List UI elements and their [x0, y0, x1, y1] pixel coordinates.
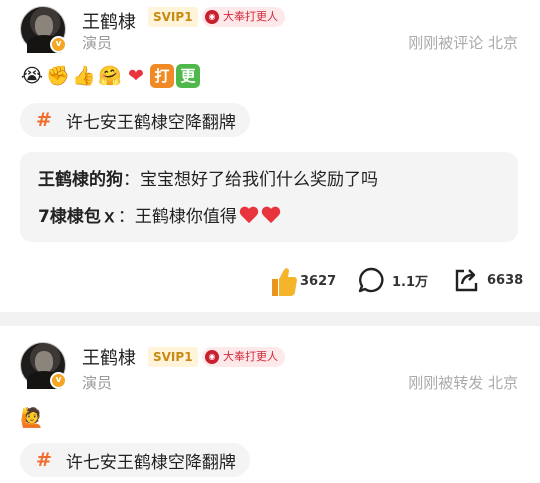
action-bar: 3627 1.1万 6638 — [0, 264, 540, 300]
da-sticker-icon: 打 — [150, 64, 174, 88]
fan-badge[interactable]: ◉ 大奉打更人 — [202, 7, 285, 27]
red-heart-icon: ❤ — [128, 65, 144, 87]
fan-badge-icon: ◉ — [205, 10, 219, 24]
person-raising-hand-icon: 🙋 — [20, 407, 44, 429]
post-divider — [0, 312, 540, 326]
comment-separator: ： — [123, 170, 140, 190]
comment-author[interactable]: 王鹤棣的狗 — [38, 165, 123, 190]
verified-icon: v — [50, 36, 67, 53]
svip-badge[interactable]: SVIP1 — [148, 347, 198, 367]
comment-text: 王鹤棣你值得 — [134, 207, 237, 227]
comment-item: 7棣棣包ｘ ： 王鹤棣你值得 — [38, 202, 281, 227]
fist-bump-icon: ✊ — [46, 65, 70, 87]
crying-face-icon: 😭 — [20, 65, 44, 87]
weibo-post: v 王鹤棣 SVIP1 ◉ 大奉打更人 演员 刚刚被评论 北京 😭 ✊ 👍 🤗 … — [0, 0, 540, 312]
fan-badge-label: 大奉打更人 — [223, 350, 278, 363]
comment-count: 1.1万 — [392, 274, 429, 290]
comment-text: 宝宝想好了给我们什么奖励了吗 — [140, 170, 378, 190]
comment-button[interactable]: 1.1万 — [357, 266, 428, 294]
post-meta: 刚刚被转发 北京 — [408, 374, 518, 392]
like-button[interactable]: 3627 — [268, 264, 336, 298]
comment-separator: ： — [117, 207, 135, 227]
svip-badge[interactable]: SVIP1 — [148, 7, 198, 27]
heart-icon — [261, 206, 281, 224]
heart-icon — [239, 206, 259, 224]
comment-item: 王鹤棣的狗 ： 宝宝想好了给我们什么奖励了吗 — [38, 165, 378, 190]
fan-badge-label: 大奉打更人 — [223, 10, 278, 23]
thumbs-up-icon: 👍 — [72, 65, 96, 87]
hashtag-icon: # — [36, 109, 52, 131]
post-text: 😭 ✊ 👍 🤗 ❤ 打 更 — [20, 64, 200, 88]
like-count: 3627 — [300, 273, 337, 289]
user-role: 演员 — [82, 34, 113, 52]
fan-badge[interactable]: ◉ 大奉打更人 — [202, 347, 285, 367]
hugging-icon: 🤗 — [98, 65, 122, 87]
post-text: 🙋 — [20, 406, 44, 430]
topic-tag[interactable]: # 许七安王鹤棣空降翻牌 — [20, 103, 250, 137]
topic-label: 许七安王鹤棣空降翻牌 — [65, 452, 236, 473]
fan-badge-icon: ◉ — [205, 350, 219, 364]
topic-tag[interactable]: # 许七安王鹤棣空降翻牌 — [20, 443, 250, 477]
username[interactable]: 王鹤棣 — [82, 8, 136, 34]
repost-button[interactable]: 6638 — [452, 266, 523, 294]
weibo-post: v 王鹤棣 SVIP1 ◉ 大奉打更人 演员 刚刚被转发 北京 🙋 # 许七安王… — [0, 326, 540, 483]
repost-count: 6638 — [487, 272, 524, 288]
share-icon — [455, 269, 478, 292]
hashtag-icon: # — [36, 449, 52, 471]
thumbs-up-icon — [272, 268, 297, 296]
topic-label: 许七安王鹤棣空降翻牌 — [65, 112, 236, 133]
comment-preview[interactable]: 王鹤棣的狗 ： 宝宝想好了给我们什么奖励了吗 7棣棣包ｘ ： 王鹤棣你值得 — [20, 152, 518, 242]
comment-author[interactable]: 7棣棣包ｘ — [38, 202, 118, 227]
verified-icon: v — [50, 372, 67, 389]
geng-sticker-icon: 更 — [176, 64, 200, 88]
user-role: 演员 — [82, 374, 113, 392]
username[interactable]: 王鹤棣 — [82, 344, 136, 370]
post-meta: 刚刚被评论 北京 — [408, 34, 518, 52]
comment-icon — [358, 267, 384, 293]
